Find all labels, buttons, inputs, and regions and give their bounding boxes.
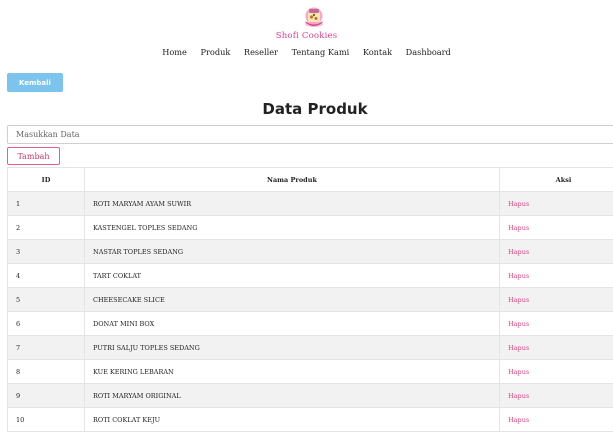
table-row: 1 ROTI MARYAM AYAM SUWIR Hapus bbox=[7, 191, 613, 216]
nav-item-kontak[interactable]: Kontak bbox=[363, 47, 392, 57]
delete-link[interactable]: Hapus bbox=[499, 359, 613, 384]
delete-link[interactable]: Hapus bbox=[499, 335, 613, 360]
table-header-row: ID Nama Produk Aksi bbox=[7, 167, 613, 192]
table-row: 6 DONAT MINI BOX Hapus bbox=[7, 311, 613, 336]
nav-item-reseller[interactable]: Reseller bbox=[244, 47, 278, 57]
delete-link[interactable]: Hapus bbox=[499, 407, 613, 432]
table-row: 7 PUTRI SALJU TOPLES SEDANG Hapus bbox=[7, 335, 613, 360]
add-button[interactable]: Tambah bbox=[7, 147, 60, 165]
cell-id: 9 bbox=[7, 383, 85, 408]
page-title: Data Produk bbox=[262, 100, 368, 118]
product-table: ID Nama Produk Aksi 1 ROTI MARYAM AYAM S… bbox=[7, 167, 613, 432]
back-button[interactable]: Kembali bbox=[7, 73, 63, 92]
delete-link[interactable]: Hapus bbox=[499, 311, 613, 336]
nav-item-home[interactable]: Home bbox=[162, 47, 187, 57]
cell-product-name: ROTI MARYAM AYAM SUWIR bbox=[84, 191, 500, 216]
delete-link[interactable]: Hapus bbox=[499, 263, 613, 288]
table-row: 4 TART COKLAT Hapus bbox=[7, 263, 613, 288]
delete-link[interactable]: Hapus bbox=[499, 287, 613, 312]
table-row: 8 KUE KERING LEBARAN Hapus bbox=[7, 359, 613, 384]
cell-id: 8 bbox=[7, 359, 85, 384]
delete-link[interactable]: Hapus bbox=[499, 191, 613, 216]
cell-id: 7 bbox=[7, 335, 85, 360]
cell-product-name: ROTI MARYAM ORIGINAL bbox=[84, 383, 500, 408]
column-header-nama-produk: Nama Produk bbox=[84, 167, 500, 192]
delete-link[interactable]: Hapus bbox=[499, 383, 613, 408]
cookie-jar-logo-icon[interactable] bbox=[303, 4, 325, 28]
table-row: 10 ROTI COKLAT KEJU Hapus bbox=[7, 407, 613, 432]
brand-name: Shofi Cookies bbox=[275, 31, 338, 41]
main-nav: Home Produk Reseller Tentang Kami Kontak… bbox=[0, 47, 613, 57]
cell-product-name: KASTENGEL TOPLES SEDANG bbox=[84, 215, 500, 240]
data-input[interactable] bbox=[7, 125, 613, 144]
table-row: 5 CHEESECAKE SLICE Hapus bbox=[7, 287, 613, 312]
column-header-aksi: Aksi bbox=[499, 167, 613, 192]
delete-link[interactable]: Hapus bbox=[499, 239, 613, 264]
cell-product-name: PUTRI SALJU TOPLES SEDANG bbox=[84, 335, 500, 360]
cell-product-name: DONAT MINI BOX bbox=[84, 311, 500, 336]
table-row: 2 KASTENGEL TOPLES SEDANG Hapus bbox=[7, 215, 613, 240]
cell-id: 6 bbox=[7, 311, 85, 336]
table-row: 3 NASTAR TOPLES SEDANG Hapus bbox=[7, 239, 613, 264]
delete-link[interactable]: Hapus bbox=[499, 215, 613, 240]
cell-product-name: ROTI COKLAT KEJU bbox=[84, 407, 500, 432]
nav-item-produk[interactable]: Produk bbox=[200, 47, 230, 57]
cell-product-name: KUE KERING LEBARAN bbox=[84, 359, 500, 384]
cell-id: 5 bbox=[7, 287, 85, 312]
column-header-id: ID bbox=[7, 167, 85, 192]
cell-product-name: TART COKLAT bbox=[84, 263, 500, 288]
cell-product-name: NASTAR TOPLES SEDANG bbox=[84, 239, 500, 264]
cell-id: 2 bbox=[7, 215, 85, 240]
nav-item-dashboard[interactable]: Dashboard bbox=[406, 47, 451, 57]
cell-id: 4 bbox=[7, 263, 85, 288]
nav-item-tentang-kami[interactable]: Tentang Kami bbox=[292, 47, 350, 57]
cell-product-name: CHEESECAKE SLICE bbox=[84, 287, 500, 312]
cell-id: 3 bbox=[7, 239, 85, 264]
cell-id: 10 bbox=[7, 407, 85, 432]
table-row: 9 ROTI MARYAM ORIGINAL Hapus bbox=[7, 383, 613, 408]
cell-id: 1 bbox=[7, 191, 85, 216]
